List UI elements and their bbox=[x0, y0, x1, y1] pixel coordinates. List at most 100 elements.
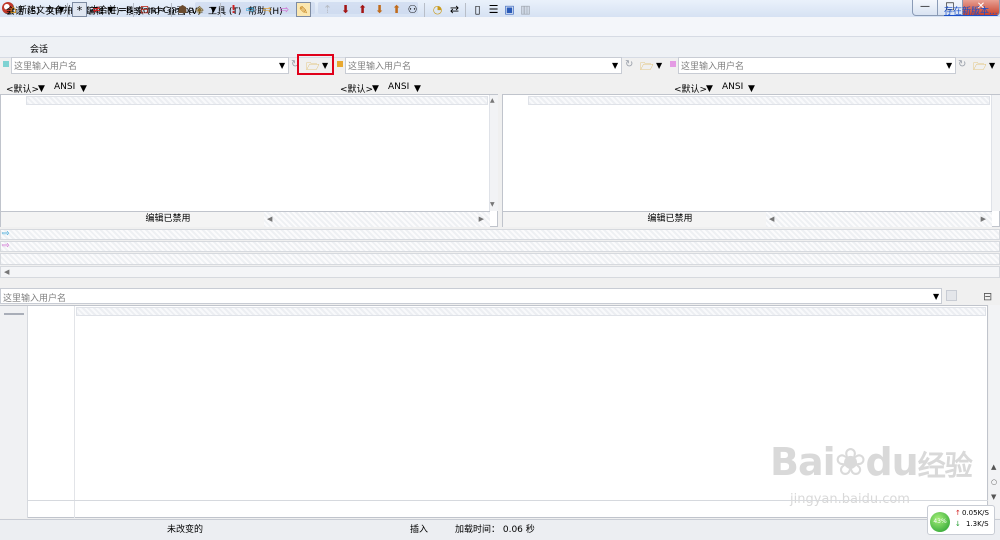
output-text-pane[interactable] bbox=[0, 305, 988, 518]
left-encoding-select[interactable]: ANSI bbox=[54, 82, 75, 92]
center-encoding-select[interactable]: ANSI bbox=[388, 82, 409, 92]
scroll-left-icon[interactable]: ◀ bbox=[264, 215, 272, 223]
center-file-marker bbox=[337, 61, 343, 67]
output-file-dropdown-icon[interactable]: ▼ bbox=[933, 292, 939, 301]
scroll-left-icon[interactable]: ◀ bbox=[4, 268, 9, 276]
network-percent: 43% bbox=[930, 512, 950, 532]
output-gutter bbox=[0, 306, 28, 518]
open-folder-icon[interactable]: 🗁 bbox=[640, 58, 654, 77]
line-detail-right bbox=[0, 241, 1000, 252]
left-pane-status-blank bbox=[1, 211, 73, 227]
output-vertical-scrollbar[interactable] bbox=[989, 305, 1000, 518]
left-text-pane[interactable] bbox=[0, 94, 498, 227]
rules-person-icon[interactable]: ☗ bbox=[175, 2, 190, 17]
right-pane-status-blank bbox=[503, 211, 575, 227]
right-file-dropdown-icon[interactable]: ▼ bbox=[946, 61, 952, 70]
right-file-marker bbox=[670, 61, 676, 67]
chevron-down-icon[interactable]: ▼ bbox=[989, 61, 995, 70]
left-vertical-scrollbar[interactable] bbox=[489, 95, 498, 211]
left-horizontal-scrollbar[interactable]: ◀ ▶ bbox=[264, 211, 490, 227]
output-column-divider bbox=[74, 306, 75, 518]
watermark-brand2: du bbox=[865, 440, 918, 484]
left-file-dropdown-icon[interactable]: ▼ bbox=[279, 61, 285, 70]
center-file-placeholder: 这里输入用户名 bbox=[348, 62, 412, 72]
edit-pencil-icon[interactable]: ✎ bbox=[296, 2, 311, 17]
left-file-placeholder: 这里输入用户名 bbox=[14, 62, 78, 72]
ignore-unimportant-icon[interactable]: ≈ bbox=[154, 2, 169, 17]
status-state: 未改变的 bbox=[167, 525, 204, 535]
scroll-up-icon[interactable]: ▲ bbox=[991, 463, 996, 471]
chevron-down-icon[interactable]: ▼ bbox=[414, 84, 421, 94]
scroll-center-icon[interactable]: ○ bbox=[991, 478, 997, 486]
watermark-brand: Bai bbox=[770, 440, 836, 484]
highlight-box bbox=[297, 54, 334, 75]
swap-icon[interactable]: ⇄ bbox=[447, 2, 462, 17]
toolbar-separator bbox=[465, 3, 466, 17]
line-detail-center bbox=[0, 253, 1000, 265]
upload-speed: 0.05K/S bbox=[962, 509, 989, 517]
scroll-down-icon[interactable]: ▼ bbox=[991, 493, 996, 501]
arrow-up-disabled-icon: ⇡ bbox=[322, 3, 333, 16]
show-same-icon[interactable]: = bbox=[115, 2, 130, 17]
toolbar-separator bbox=[67, 3, 68, 17]
gutter-marker bbox=[4, 313, 24, 315]
center-file-dropdown-icon[interactable]: ▼ bbox=[612, 61, 618, 70]
detail-horizontal-scrollbar[interactable] bbox=[0, 266, 1000, 278]
left-arrow-icon: ⇨ bbox=[2, 229, 10, 239]
line-detail-left bbox=[0, 229, 1000, 240]
chevron-down-icon[interactable]: ▼ bbox=[748, 84, 755, 94]
history-icon[interactable]: ↻ bbox=[625, 59, 633, 70]
minimize-button[interactable]: — bbox=[912, 0, 938, 16]
download-speed: 1.3K/S bbox=[966, 520, 989, 528]
left-file-marker bbox=[3, 61, 9, 67]
show-all-icon[interactable]: * bbox=[72, 2, 87, 17]
chevron-down-icon[interactable]: ▼ bbox=[38, 84, 45, 94]
scroll-left-icon[interactable]: ◀ bbox=[766, 215, 774, 223]
prev-change-up-icon[interactable]: ⬆ bbox=[389, 2, 404, 17]
list-view-icon[interactable]: ☰ bbox=[486, 2, 501, 17]
scroll-right-icon[interactable]: ▶ bbox=[479, 212, 484, 226]
chevron-down-icon[interactable]: ▼ bbox=[80, 84, 87, 94]
right-horizontal-scrollbar[interactable]: ◀ ▶ bbox=[766, 211, 992, 227]
toolbar bbox=[0, 37, 1000, 58]
scroll-up-icon[interactable]: ▲ bbox=[490, 97, 495, 104]
find-binoculars-icon[interactable]: ⚇ bbox=[405, 2, 420, 17]
take-center-icon[interactable]: ⇨ bbox=[260, 2, 275, 17]
right-encoding-select[interactable]: ANSI bbox=[722, 82, 743, 92]
conflict-icon[interactable]: ! bbox=[226, 2, 241, 17]
chevron-down-icon[interactable]: ▼ bbox=[656, 61, 662, 70]
scroll-right-icon[interactable]: ▶ bbox=[981, 212, 986, 226]
reload-icon[interactable]: ◔ bbox=[430, 2, 445, 17]
chevron-down-icon[interactable]: ▼ bbox=[206, 2, 221, 17]
next-change-down-icon[interactable]: ⬇ bbox=[372, 2, 387, 17]
toolbar-separator bbox=[220, 3, 221, 17]
next-section-down-icon[interactable]: ⬇ bbox=[338, 2, 353, 17]
watermark-logo: Bai❀du经验 bbox=[770, 440, 973, 484]
output-view-icon[interactable]: ⊟ bbox=[983, 290, 992, 303]
columns-icon[interactable]: ▥ bbox=[518, 2, 533, 17]
session-button[interactable]: 会话 bbox=[30, 42, 48, 55]
right-arrow-icon: ⇨ bbox=[2, 241, 10, 251]
take-left-icon[interactable]: ⇨ bbox=[243, 2, 258, 17]
chevron-down-icon[interactable]: ▼ bbox=[706, 84, 713, 94]
prev-section-up-icon[interactable]: ⬆ bbox=[355, 2, 370, 17]
report-icon[interactable]: ▣ bbox=[502, 2, 517, 17]
status-load-time: 加载时间： 0.06 秒 bbox=[455, 525, 535, 535]
text-view-icon[interactable]: ▯ bbox=[470, 2, 485, 17]
home-icon[interactable]: ⌂ bbox=[6, 2, 21, 17]
chevron-down-icon[interactable]: ▼ bbox=[372, 84, 379, 94]
scroll-down-icon[interactable]: ▼ bbox=[490, 201, 495, 208]
right-ruler bbox=[528, 96, 990, 105]
output-file-input[interactable] bbox=[0, 288, 942, 304]
context-icon[interactable]: ⊟ bbox=[137, 2, 152, 17]
update-available-link[interactable]: 存在新版本... bbox=[944, 4, 998, 17]
upload-arrow-icon: ↑ bbox=[955, 509, 961, 517]
history-icon[interactable]: ↻ bbox=[958, 59, 966, 70]
show-differences-icon[interactable]: ≠ bbox=[89, 2, 104, 17]
take-right-icon[interactable]: ⇨ bbox=[277, 2, 292, 17]
format-icon[interactable]: ◈ bbox=[192, 2, 207, 17]
right-text-pane[interactable] bbox=[502, 94, 1000, 227]
right-vertical-scrollbar[interactable] bbox=[991, 95, 1000, 211]
open-folder-icon[interactable]: 🗁 bbox=[973, 58, 987, 77]
paw-icon: ❀ bbox=[834, 440, 867, 484]
